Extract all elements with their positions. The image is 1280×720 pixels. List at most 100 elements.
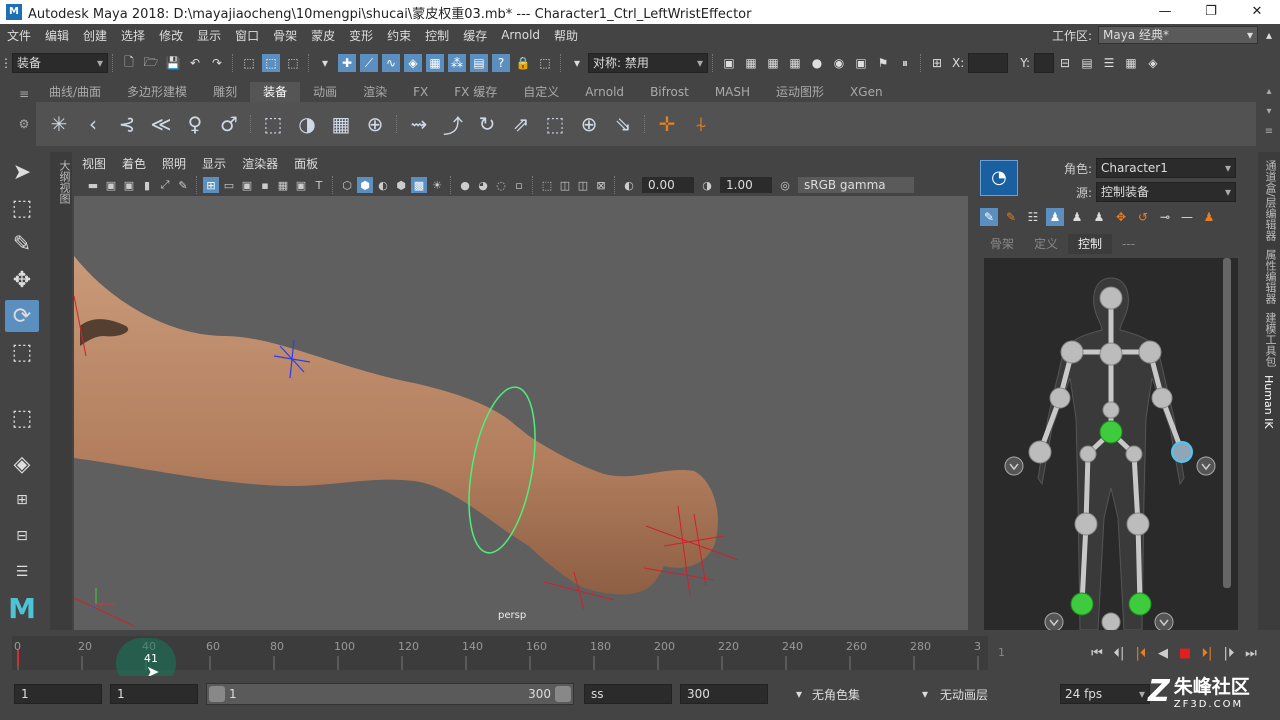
rotate-tool-icon[interactable]: ⟳ [5,300,39,332]
shelf-tab-motion-graphics[interactable]: 运动图形 [763,82,837,102]
step-forward-frame-icon[interactable]: |⏵ [1218,642,1240,664]
shelf-menu-icon[interactable]: ≡ [16,84,32,104]
bookmarks-icon[interactable]: ▣ [121,177,137,193]
playback-end-field[interactable]: ss [584,684,672,704]
quick-rig-icon[interactable]: ♀ [181,110,209,138]
camera-attributes-icon[interactable]: ▣ [103,177,119,193]
new-scene-icon[interactable]: 🗋 [120,54,138,72]
undo-icon[interactable]: ↶ [186,54,204,72]
side-tab-attribute-editor[interactable]: 属性编辑器 [1262,249,1278,304]
step-back-key-icon[interactable]: |⏴ [1130,642,1152,664]
hik-key-part-icon[interactable]: ↺ [1134,208,1152,226]
hik-tab-definition[interactable]: 定义 [1024,234,1068,254]
shelf-options-icon[interactable]: ≡ [1258,122,1280,142]
arnold-ipr-icon[interactable]: ▣ [852,54,870,72]
view-transform-field[interactable]: sRGB gamma [798,177,914,193]
exposure-icon[interactable]: ◐ [621,177,637,193]
menu-arnold[interactable]: Arnold [494,28,547,42]
safe-title-icon[interactable]: T [311,177,327,193]
play-backwards-icon[interactable]: ◀ [1152,642,1174,664]
viewport-menu-lighting[interactable]: 照明 [154,155,194,172]
fps-dropdown[interactable]: 24 fps [1060,684,1150,704]
locator-curve-icon[interactable]: ⍭ [687,110,715,138]
render-settings-icon[interactable]: ▦ [786,54,804,72]
depth-of-field-icon[interactable]: ▫ [511,177,527,193]
shelf-tab-fx-cache[interactable]: FX 缓存 [441,82,510,102]
menu-display[interactable]: 显示 [190,27,228,44]
outliner-side-tab[interactable]: 大纲视图 [50,152,72,630]
anim-layer-icon[interactable]: ▾ [916,685,934,703]
last-tool-icon[interactable]: ⬚ [5,402,39,434]
restore-icon[interactable]: ❐ [1188,0,1234,24]
resolution-gate-icon[interactable]: ▣ [239,177,255,193]
go-to-start-icon[interactable]: ⏮ [1086,642,1108,664]
four-pane-layout-icon[interactable]: ⊞ [5,484,39,516]
scale-constraint-icon[interactable]: ⬚ [541,110,569,138]
menu-constrain[interactable]: 约束 [380,27,418,44]
lock-selection-icon[interactable]: 🔒 [514,54,532,72]
hik-scrollbar[interactable] [1222,252,1232,630]
menu-modify[interactable]: 修改 [152,27,190,44]
menu-control[interactable]: 控制 [418,27,456,44]
shadows-icon[interactable]: ☀ [429,177,445,193]
shelf-tab-animation[interactable]: 动画 [300,82,350,102]
menu-select[interactable]: 选择 [114,27,152,44]
viewport-menu-show[interactable]: 显示 [194,155,234,172]
pole-vector-icon[interactable]: ⇘ [609,110,637,138]
workspace-menu-icon[interactable]: ▴ [1260,26,1278,44]
orient-constraint-icon[interactable]: ⇗ [507,110,535,138]
menu-edit[interactable]: 编辑 [38,27,76,44]
textured-icon[interactable]: ⬢ [393,177,409,193]
outliner-layout-icon[interactable]: ☰ [5,556,39,588]
hik-dash-icon[interactable]: — [1178,208,1196,226]
y-field[interactable] [1034,53,1055,73]
x-field[interactable] [968,53,1009,73]
shelf-tab-xgen[interactable]: XGen [837,82,896,102]
select-joints-icon[interactable]: ⟋ [360,54,378,72]
hik-scroll-thumb[interactable] [1223,258,1231,588]
ik-handle-icon[interactable]: ⊰ [113,110,141,138]
menu-deform[interactable]: 变形 [342,27,380,44]
shelf-tab-mash[interactable]: MASH [702,82,763,102]
select-handles-icon[interactable]: ✚ [338,54,356,72]
shelf-scrollbar[interactable]: ▴ ▾ ≡ [1258,82,1280,146]
motion-blur-icon[interactable]: ◕ [475,177,491,193]
anti-aliasing-icon[interactable]: ◌ [493,177,509,193]
save-scene-icon[interactable]: 💾 [164,54,182,72]
bind-skin-icon[interactable]: ⬚ [259,110,287,138]
select-surfaces-icon[interactable]: ◈ [404,54,422,72]
transform-absolute-icon[interactable]: ⊞ [928,54,946,72]
xray-icon[interactable]: ◫ [557,177,573,193]
color-management-icon[interactable]: ◎ [777,177,793,193]
hik-pin-translate-icon[interactable]: ♟ [1068,208,1086,226]
side-tab-modeling-toolkit[interactable]: 建模工具包 [1262,312,1278,367]
start-time-field[interactable]: 1 [14,684,102,704]
viewport-menu-panels[interactable]: 面板 [286,155,326,172]
attribute-editor-toggle-icon[interactable]: ▤ [1078,54,1096,72]
range-slider-start-handle[interactable] [209,686,225,702]
menu-file[interactable]: 文件 [0,27,38,44]
exposure-field[interactable]: 0.00 [642,177,694,193]
create-joints-icon[interactable]: ✳ [45,110,73,138]
minimize-icon[interactable]: — [1142,0,1188,24]
grease-pencil-icon[interactable]: ✎ [175,177,191,193]
menu-set-dropdown[interactable]: 装备 [12,53,108,73]
shelf-tab-bifrost[interactable]: Bifrost [637,82,702,102]
isolate-select-icon[interactable]: ⬚ [539,177,555,193]
hik-fk-icon[interactable]: ♟ [1200,208,1218,226]
character-set-icon[interactable]: ▾ [790,685,808,703]
menu-skeleton[interactable]: 骨架 [266,27,304,44]
hik-mirror-icon[interactable]: ⊸ [1156,208,1174,226]
select-misc-icon[interactable]: ? [492,54,510,72]
scroll-down-icon[interactable]: ▾ [1258,102,1280,122]
gate-mask-icon[interactable]: ▪ [257,177,273,193]
tool-settings-toggle-icon[interactable]: ☰ [1100,54,1118,72]
highlight-selection-icon[interactable]: ⬚ [536,54,554,72]
hik-full-body-icon[interactable]: ✎ [980,208,998,226]
pause-icon[interactable]: ⏸ [896,54,914,72]
hik-tab-skeleton[interactable]: 骨架 [980,234,1024,254]
cluster-icon[interactable]: ⊕ [361,110,389,138]
hik-logo-icon[interactable]: ◔ [980,160,1018,196]
character-dropdown[interactable]: Character1 [1096,158,1236,178]
hik-pin-rotate-icon[interactable]: ♟ [1090,208,1108,226]
